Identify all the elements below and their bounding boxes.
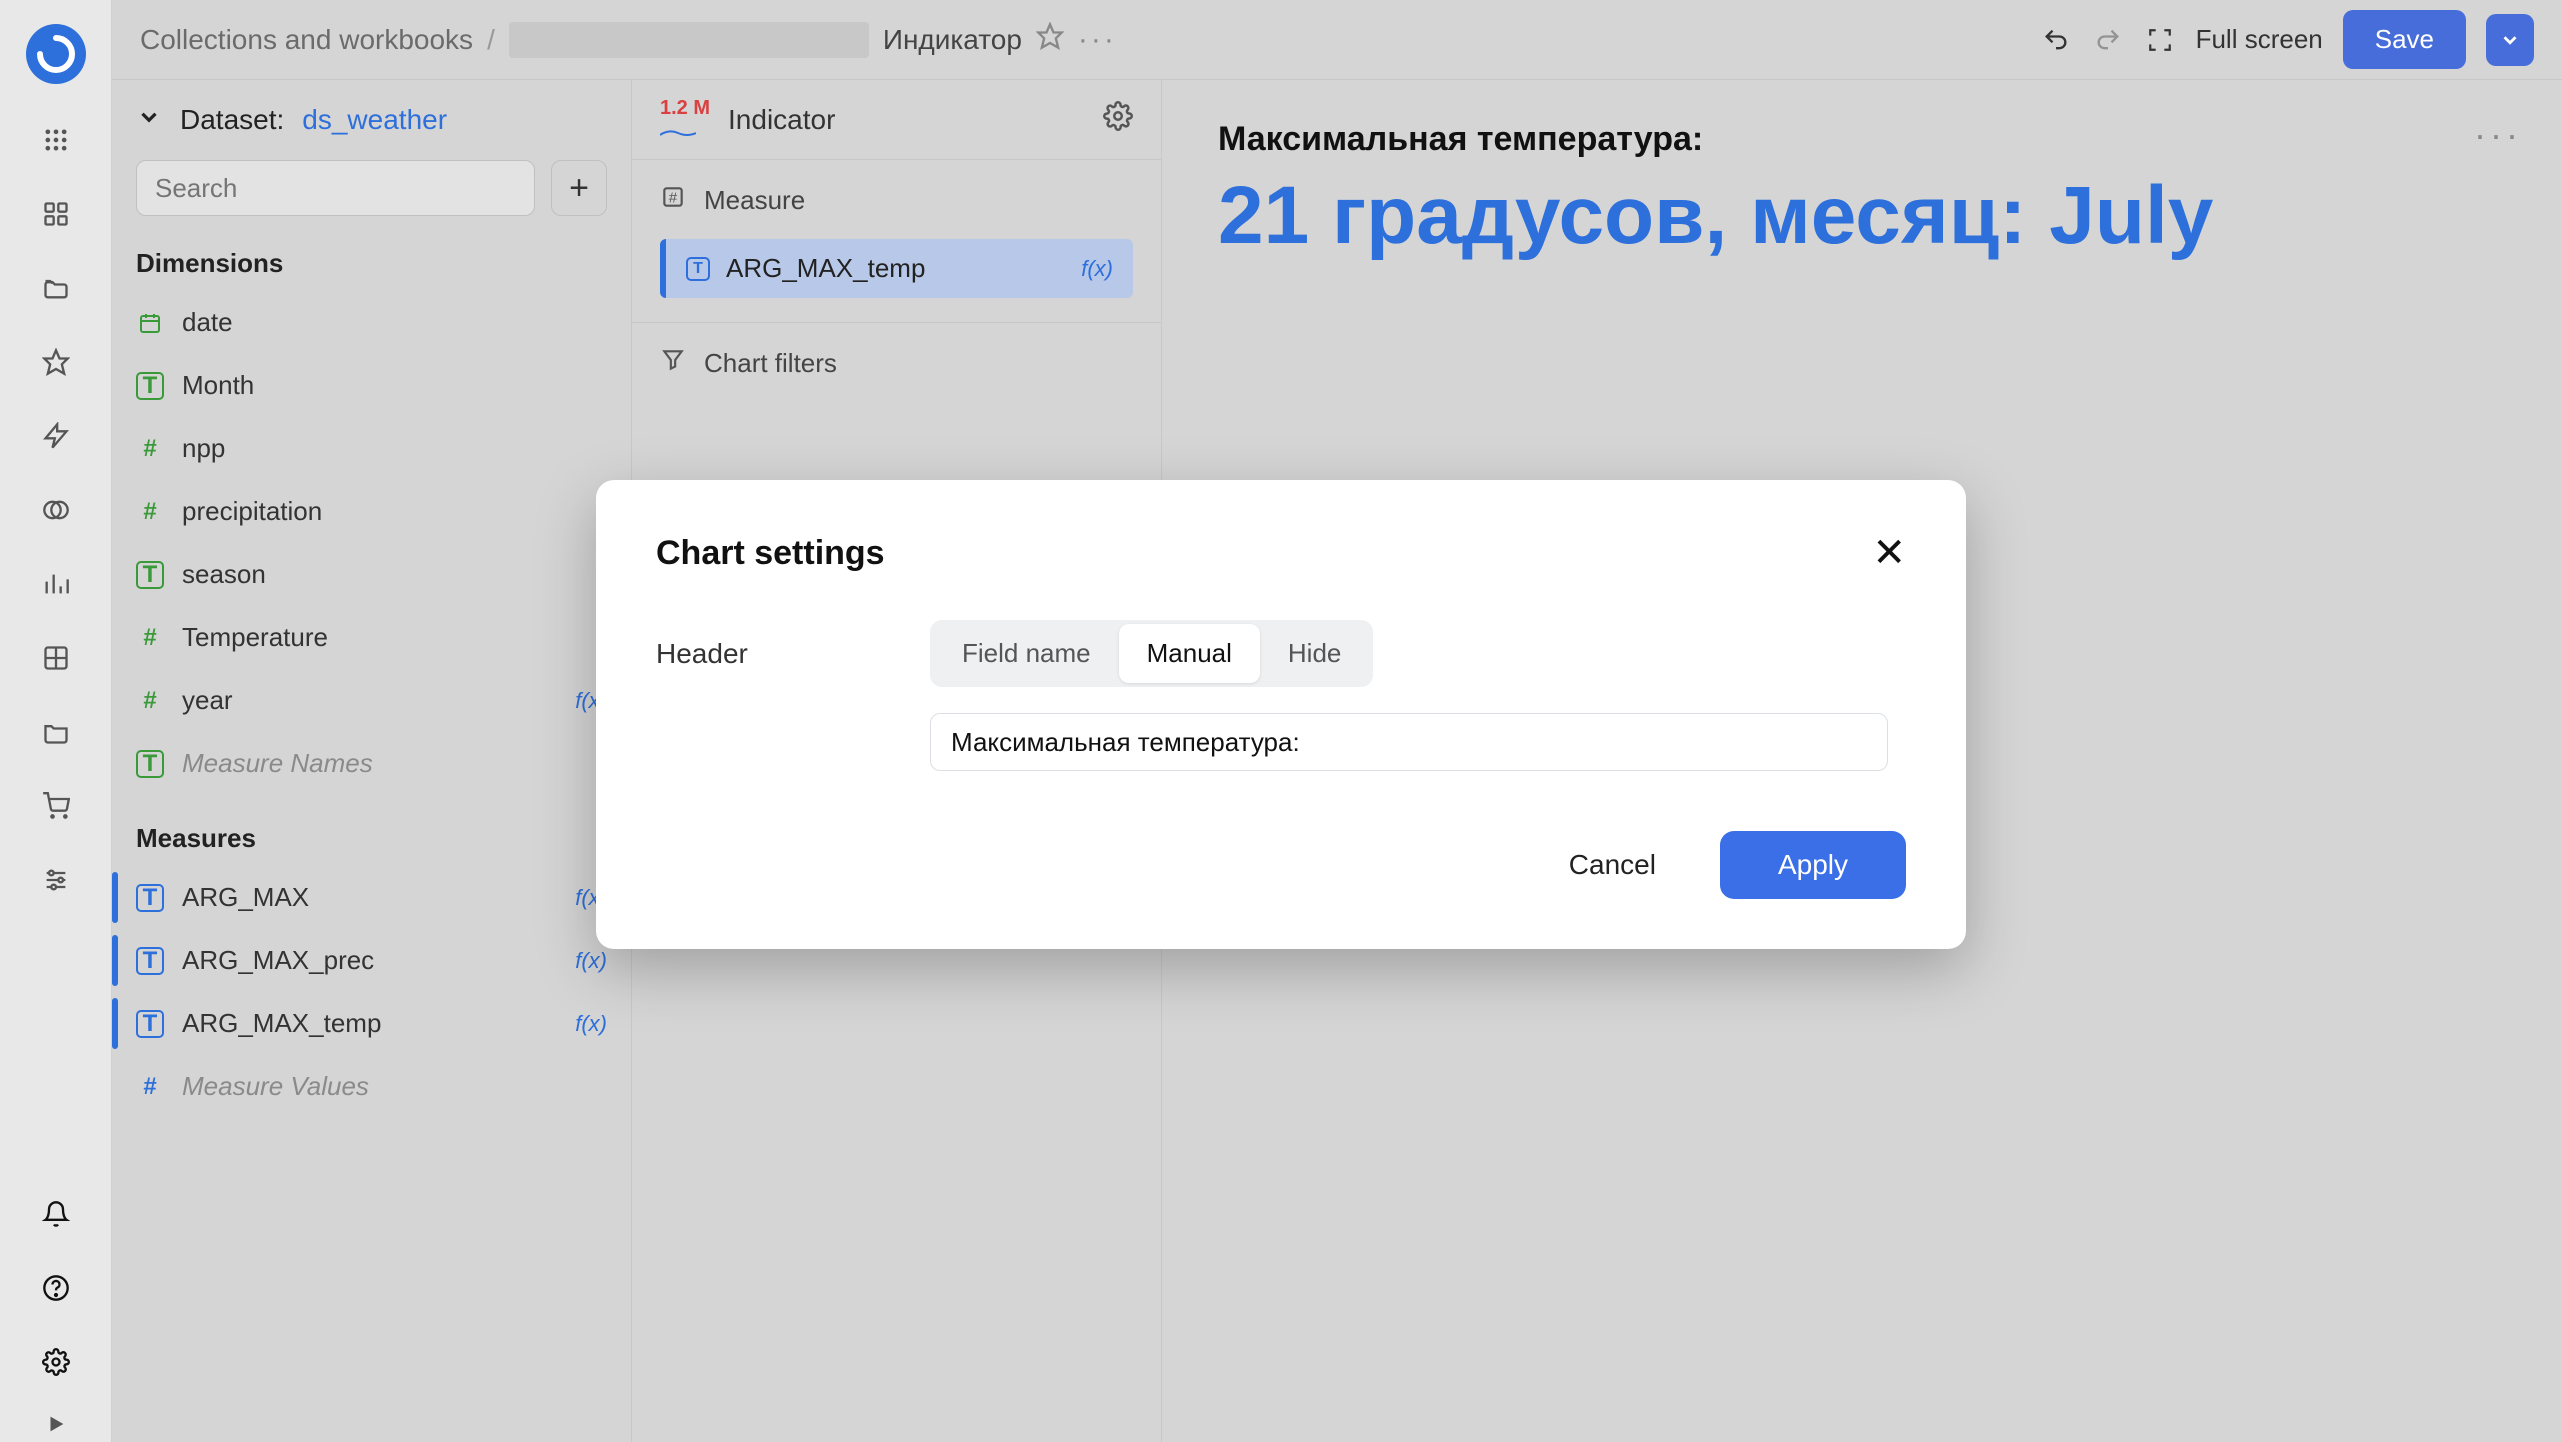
cancel-button[interactable]: Cancel [1545, 833, 1680, 897]
modal-close-button[interactable]: ✕ [1872, 530, 1906, 576]
seg-manual[interactable]: Manual [1119, 624, 1260, 683]
modal-overlay: Chart settings ✕ Header Field name Manua… [0, 0, 2562, 1442]
seg-field-name[interactable]: Field name [934, 624, 1119, 683]
modal-title: Chart settings [656, 534, 885, 573]
header-text-input[interactable] [930, 713, 1888, 771]
header-mode-segment: Field name Manual Hide [930, 620, 1373, 687]
apply-button[interactable]: Apply [1720, 831, 1906, 899]
chart-settings-modal: Chart settings ✕ Header Field name Manua… [596, 480, 1966, 949]
header-option-label: Header [656, 638, 886, 670]
seg-hide[interactable]: Hide [1260, 624, 1369, 683]
